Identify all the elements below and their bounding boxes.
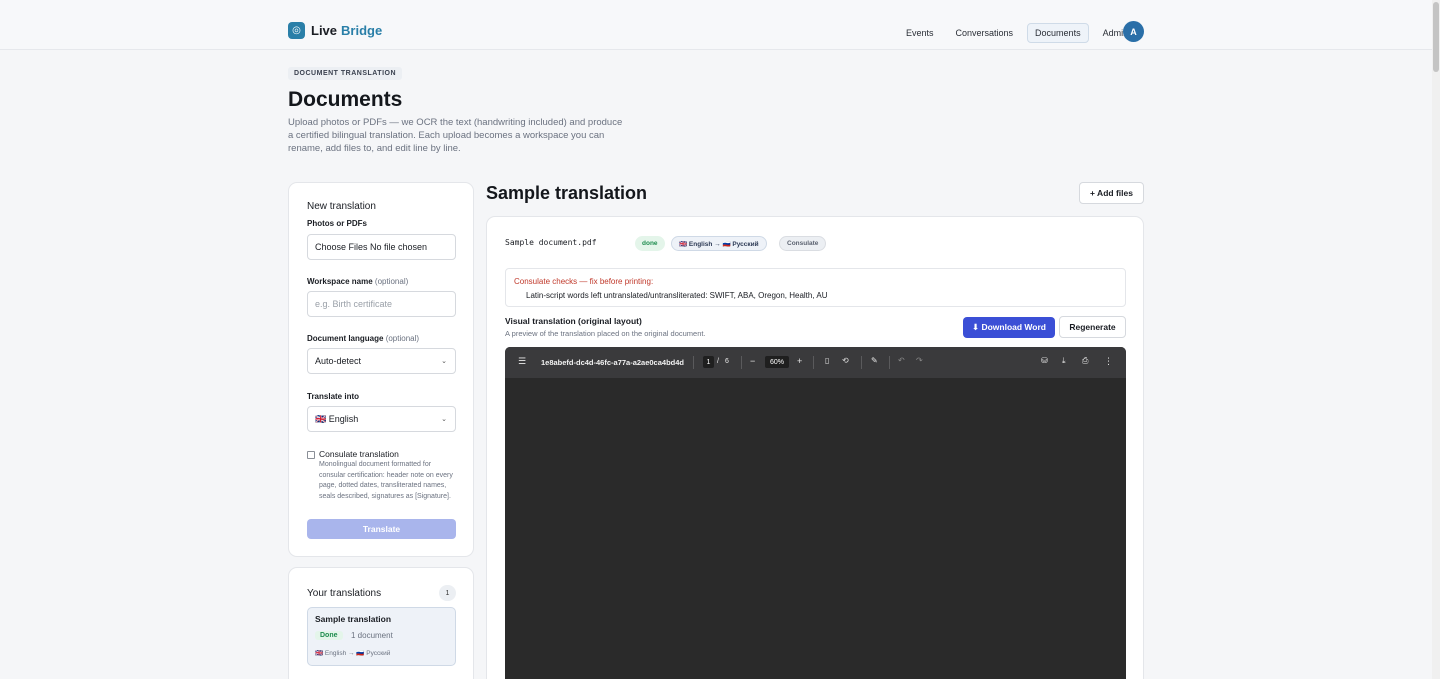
page-separator: / <box>717 358 719 365</box>
brand[interactable]: ◎ Live Bridge <box>288 22 382 39</box>
nav-documents[interactable]: Documents <box>1027 23 1089 43</box>
warning-text: Latin-script words left untranslated/unt… <box>526 291 828 300</box>
page-number-input[interactable]: 1 <box>703 356 714 368</box>
translations-count-badge: 1 <box>439 585 456 601</box>
optional-tag: (optional) <box>374 277 409 286</box>
brand-logo-icon: ◎ <box>288 22 305 39</box>
toolbar-divider <box>861 356 862 369</box>
regenerate-button[interactable]: Regenerate <box>1059 316 1126 338</box>
document-language-label-text: Document language <box>307 334 384 343</box>
brand-name-bridge: Bridge <box>341 23 383 38</box>
visual-translation-title: Visual translation (original layout) <box>505 316 642 326</box>
zoom-level-input[interactable]: 60% <box>765 356 789 368</box>
toolbar-divider <box>889 356 890 369</box>
your-translations-card: Your translations 1 Sample translation D… <box>288 567 474 679</box>
section-eyebrow: DOCUMENT TRANSLATION <box>288 67 403 80</box>
new-translation-title: New translation <box>307 201 376 212</box>
nav-events[interactable]: Events <box>898 23 942 43</box>
brand-name-live: Live <box>311 23 338 38</box>
file-chooser-input[interactable]: Choose Files No file chosen <box>307 234 456 260</box>
print-icon[interactable]: ⎙ <box>1082 356 1088 366</box>
zoom-out-icon[interactable]: − <box>750 356 755 366</box>
chevron-down-icon: ⌄ <box>441 358 447 365</box>
document-status-badge: done <box>635 236 665 251</box>
workspace-name-label: Workspace name (optional) <box>307 277 408 286</box>
optional-tag: (optional) <box>385 334 420 343</box>
new-translation-card: New translation Photos or PDFs Choose Fi… <box>288 182 474 557</box>
document-language-value: Auto-detect <box>315 356 362 366</box>
consulate-mode-badge: Consulate <box>779 236 827 251</box>
download-word-button[interactable]: ⬇ Download Word <box>963 317 1055 338</box>
translation-name: Sample translation <box>315 614 392 624</box>
consulate-option: Consulate translation <box>307 449 399 459</box>
translate-into-value: 🇬🇧 English <box>315 413 359 424</box>
page-scrollbar[interactable] <box>1432 0 1440 679</box>
add-files-button[interactable]: + Add files <box>1079 182 1144 204</box>
pdf-toolbar: ☰ 1e8abefd-dc4d-46fc-a77a-a2ae0ca4bd4d 1… <box>505 347 1126 378</box>
redo-icon[interactable]: ↷ <box>916 356 923 365</box>
translate-into-label: Translate into <box>307 392 360 401</box>
consulate-label[interactable]: Consulate translation <box>319 449 399 459</box>
translate-into-select[interactable]: 🇬🇧 English ⌄ <box>307 406 456 432</box>
consulate-warning-box: Consulate checks — fix before printing: … <box>505 268 1126 307</box>
zoom-in-icon[interactable]: + <box>797 356 802 366</box>
undo-icon[interactable]: ↶ <box>898 356 905 365</box>
page-subtitle: Upload photos or PDFs — we OCR the text … <box>288 117 623 154</box>
workspace-name-input[interactable]: e.g. Birth certificate <box>307 291 456 317</box>
consulate-checkbox[interactable] <box>307 451 315 459</box>
warning-title: Consulate checks — fix before printing: <box>514 277 654 286</box>
pdf-viewer[interactable]: ☰ 1e8abefd-dc4d-46fc-a77a-a2ae0ca4bd4d 1… <box>505 347 1126 679</box>
nav-conversations[interactable]: Conversations <box>948 23 1022 43</box>
your-translations-title: Your translations <box>307 588 382 599</box>
chevron-down-icon: ⌄ <box>441 416 447 423</box>
workspace-title[interactable]: Sample translation <box>486 183 647 204</box>
page-count: 6 <box>725 358 729 365</box>
annotate-icon[interactable]: ✎ <box>871 356 878 365</box>
user-avatar[interactable]: A <box>1123 21 1144 42</box>
document-card: Sample document.pdf done 🇬🇧 English → 🇷🇺… <box>486 216 1144 679</box>
fit-page-icon[interactable]: ▯ <box>825 356 829 365</box>
document-count: 1 document <box>351 631 393 640</box>
language-pair: 🇬🇧 English → 🇷🇺 Русский <box>315 650 391 657</box>
document-filename: Sample document.pdf <box>505 238 597 247</box>
save-icon[interactable]: ⛁ <box>1041 356 1048 365</box>
visual-translation-subtitle: A preview of the translation placed on t… <box>505 329 706 338</box>
translate-button[interactable]: Translate <box>307 519 456 539</box>
workspace-name-label-text: Workspace name <box>307 277 373 286</box>
menu-icon[interactable]: ☰ <box>518 356 526 367</box>
translation-list-item[interactable]: Sample translation Done 1 document 🇬🇧 En… <box>307 607 456 666</box>
toolbar-divider <box>693 356 694 369</box>
toolbar-divider <box>813 356 814 369</box>
download-icon[interactable]: ⤓ <box>1062 356 1066 366</box>
more-options-icon[interactable]: ⋮ <box>1104 356 1113 367</box>
language-pair-badge: 🇬🇧 English → 🇷🇺 Русский <box>671 236 767 251</box>
page-title: Documents <box>288 88 403 111</box>
document-id: 1e8abefd-dc4d-46fc-a77a-a2ae0ca4bd4d <box>541 358 684 367</box>
files-label: Photos or PDFs <box>307 219 368 228</box>
top-navbar: ◎ Live Bridge Events Conversations Docum… <box>0 0 1432 50</box>
toolbar-divider <box>741 356 742 369</box>
consulate-description: Monolingual document formatted for consu… <box>319 461 453 500</box>
document-language-select[interactable]: Auto-detect ⌄ <box>307 348 456 374</box>
document-language-label: Document language (optional) <box>307 334 419 343</box>
scrollbar-thumb[interactable] <box>1433 2 1439 72</box>
main-nav: Events Conversations Documents Admin <box>898 23 1136 43</box>
rotate-icon[interactable]: ⟲ <box>842 356 849 365</box>
status-badge: Done <box>315 631 343 640</box>
